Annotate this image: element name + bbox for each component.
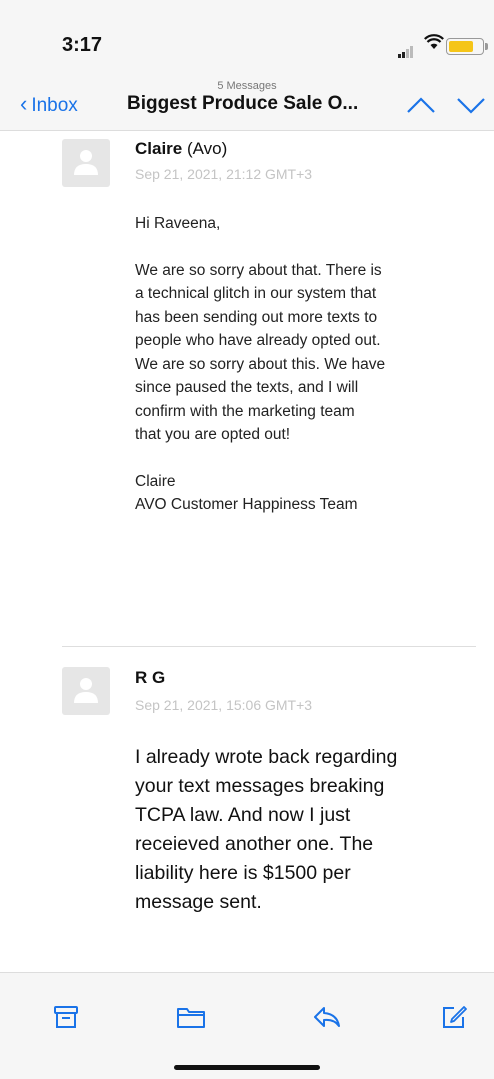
status-bar: 3:17 [0, 0, 494, 80]
cellular-signal-icon [398, 40, 414, 58]
status-time: 3:17 [62, 34, 103, 56]
reply-button[interactable] [312, 1003, 340, 1031]
chevron-up-icon [407, 97, 435, 113]
battery-icon [446, 38, 488, 55]
move-to-folder-button[interactable] [176, 1003, 205, 1031]
next-message-button[interactable] [454, 90, 488, 120]
archive-icon [54, 1006, 78, 1028]
thread-nav-bar: 5 Messages ‹ Inbox Biggest Produce Sale O… [0, 80, 494, 131]
bottom-toolbar [0, 972, 494, 1079]
greeting: Hi Raveena, [135, 215, 221, 232]
person-icon [74, 150, 98, 175]
home-indicator[interactable] [174, 1065, 320, 1070]
avatar [62, 667, 110, 715]
previous-message-button[interactable] [404, 90, 438, 120]
sender-name: Claire (Avo) [135, 139, 228, 158]
compose-icon [443, 1006, 467, 1028]
wifi-icon [424, 34, 444, 55]
compose-button[interactable] [440, 1003, 468, 1031]
archive-button[interactable] [52, 1003, 80, 1031]
body-paragraph: We are so sorry about that. There is a t… [135, 261, 386, 444]
signature: Claire AVO Customer Happiness Team [135, 472, 358, 514]
person-icon [74, 678, 98, 703]
message-date: Sep 21, 2021, 15:06 GMT+3 [135, 697, 313, 713]
avatar [62, 139, 110, 187]
message-body: I already wrote back regarding your text… [135, 746, 398, 913]
chevron-down-icon [457, 98, 485, 114]
thread-title: Biggest Produce Sale O... [127, 93, 359, 114]
chevron-left-icon: ‹ [20, 91, 28, 116]
back-label: Inbox [31, 95, 78, 116]
message-date: Sep 21, 2021, 21:12 GMT+3 [135, 166, 313, 182]
reply-icon [314, 1007, 340, 1027]
folder-icon [177, 1008, 205, 1028]
inbox-back-button[interactable]: ‹ Inbox [20, 91, 78, 117]
message-divider [62, 646, 476, 647]
message-body: Hi Raveena, We are so sorry about that. … [135, 212, 480, 517]
sender-name: R G [135, 668, 166, 687]
